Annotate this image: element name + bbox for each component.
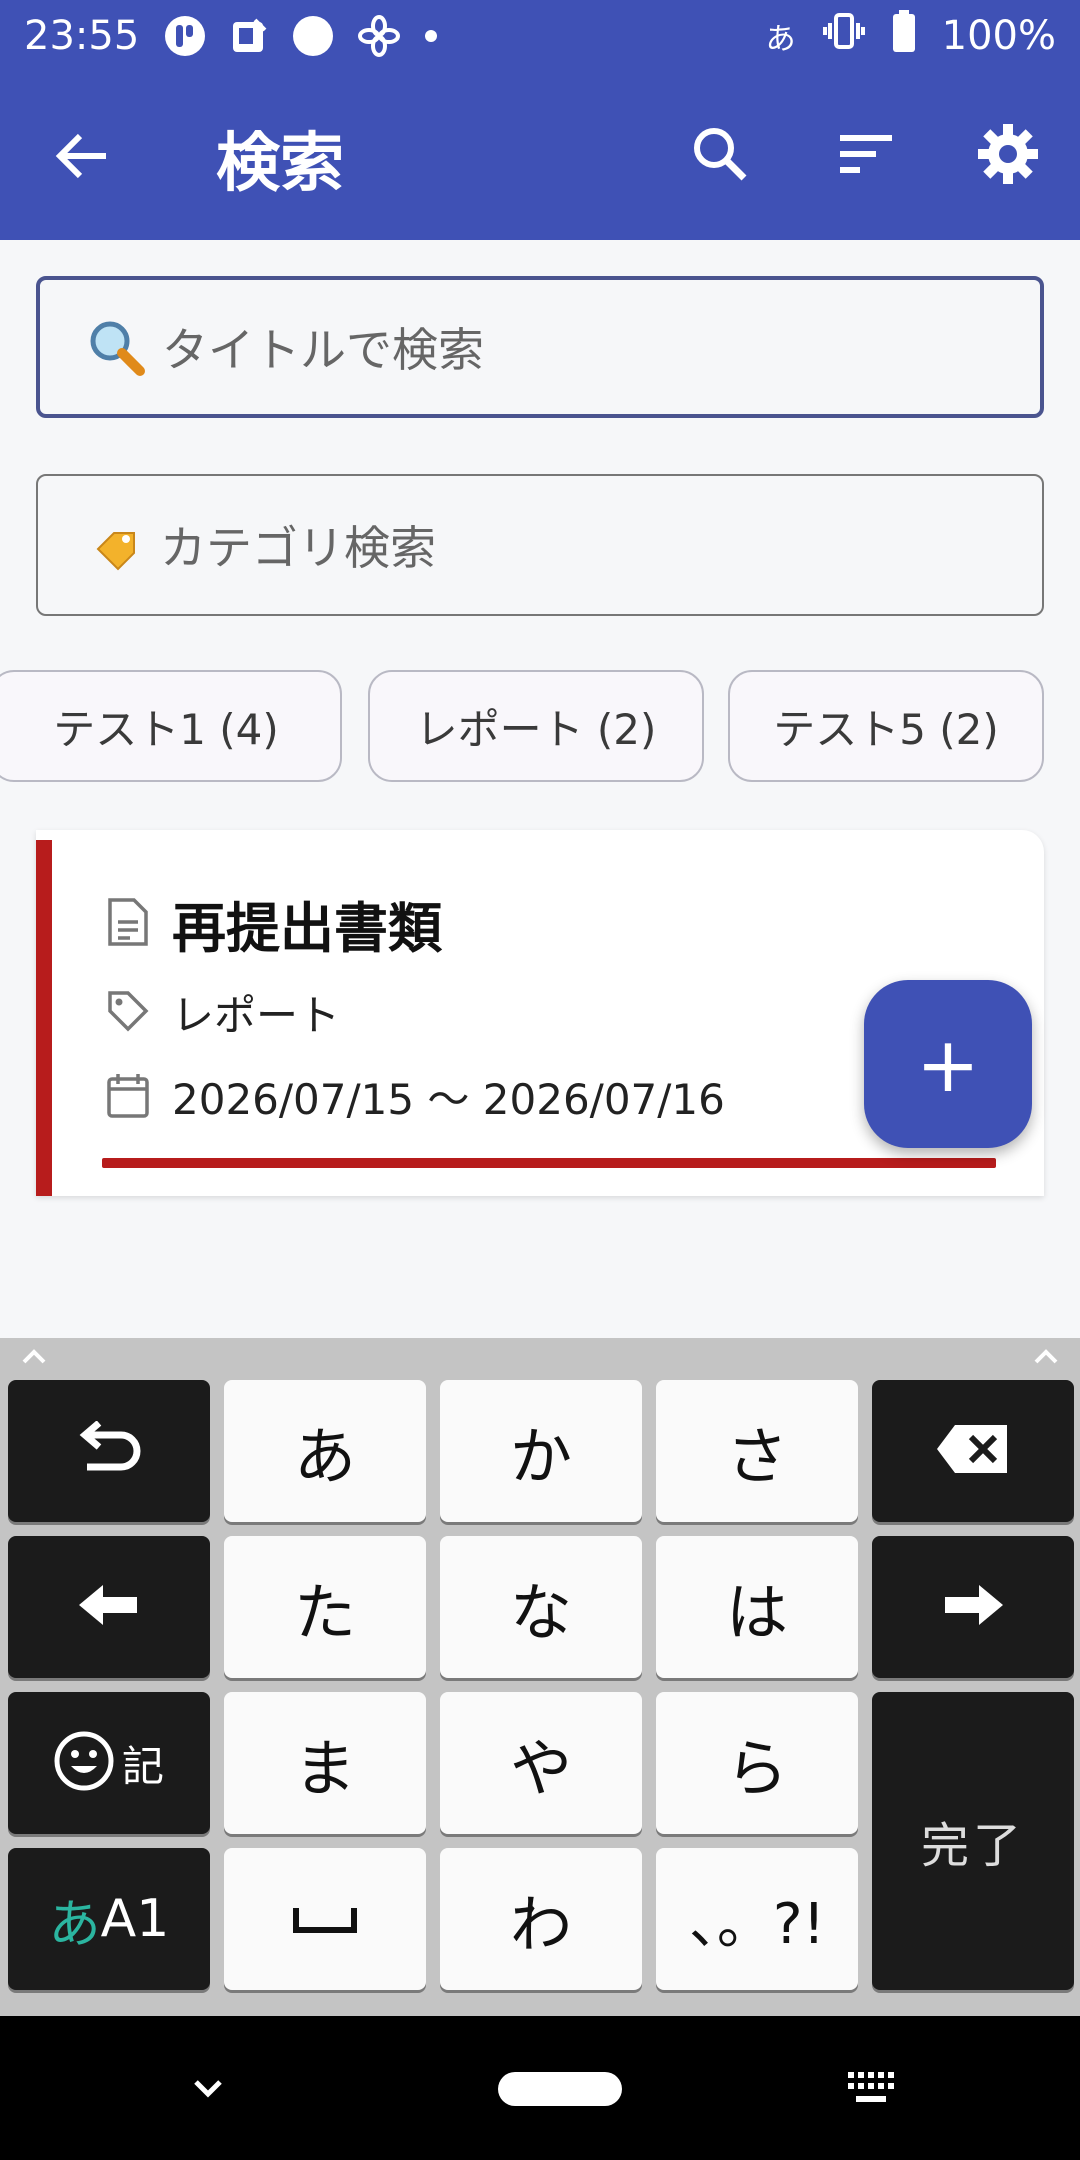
magnifier-emoji-icon: [86, 317, 146, 377]
status-bar: 23:55 あ 100%: [0, 0, 1080, 72]
system-nav-bar: [0, 2016, 1080, 2160]
card-category-row: レポート: [106, 982, 340, 1043]
tag-icon: [106, 989, 150, 1037]
backspace-icon: [935, 1423, 1011, 1479]
sort-icon[interactable]: [834, 122, 898, 186]
title-search-placeholder: タイトルで検索: [162, 323, 484, 377]
card-title: 再提出書類: [172, 897, 442, 960]
calendar-icon: [106, 1071, 150, 1123]
title-search-input[interactable]: タイトルで検索: [36, 276, 1044, 418]
arrow-left-icon: [77, 1583, 141, 1631]
chip-test1[interactable]: テスト1 (4): [0, 670, 342, 782]
page-title: 検索: [216, 127, 344, 201]
mode-alnum-label: A1: [100, 1889, 170, 1949]
done-label: 完了: [920, 1818, 1025, 1874]
key-na[interactable]: な: [440, 1536, 642, 1678]
chevron-up-icon[interactable]: [1026, 1342, 1066, 1372]
space-icon: [293, 1908, 357, 1933]
key-ha[interactable]: は: [656, 1536, 858, 1678]
card-progress-bar: [102, 1158, 996, 1168]
vibrate-icon: [822, 9, 866, 63]
card-category: レポート: [172, 991, 341, 1040]
emoji-icon: [54, 1731, 114, 1795]
home-pill-icon[interactable]: [498, 2072, 622, 2110]
arrow-right-icon: [941, 1583, 1005, 1631]
notification-icon: [229, 16, 269, 56]
arrow-back-icon[interactable]: [52, 126, 112, 186]
chevron-up-icon[interactable]: [14, 1342, 54, 1372]
cursor-left-key[interactable]: [8, 1536, 210, 1678]
key-ta[interactable]: た: [224, 1536, 426, 1678]
key-ma[interactable]: ま: [224, 1692, 426, 1834]
chip-test5[interactable]: テスト5 (2): [728, 670, 1044, 782]
card-title-row: 再提出書類: [106, 884, 442, 963]
app-icon: [163, 14, 207, 58]
backspace-key[interactable]: [872, 1380, 1074, 1522]
status-time: 23:55: [24, 13, 140, 59]
key-wa[interactable]: わ: [440, 1848, 642, 1990]
chevron-down-icon[interactable]: [188, 2068, 228, 2112]
circle-icon: [291, 14, 335, 58]
cursor-right-key[interactable]: [872, 1536, 1074, 1678]
key-a[interactable]: あ: [224, 1380, 426, 1522]
tag-emoji-icon: [84, 515, 144, 575]
category-search-input[interactable]: カテゴリ検索: [36, 474, 1044, 616]
battery-percent: 100%: [941, 13, 1056, 59]
chip-report[interactable]: レポート (2): [368, 670, 704, 782]
key-ya[interactable]: や: [440, 1692, 642, 1834]
undo-icon: [73, 1420, 145, 1481]
pinwheel-icon: [357, 14, 401, 58]
kigou-label: 記: [121, 1741, 164, 1791]
battery-icon: [892, 9, 916, 63]
add-button[interactable]: +: [864, 980, 1032, 1148]
app-bar: 検索: [0, 72, 1080, 240]
key-sa[interactable]: さ: [656, 1380, 858, 1522]
key-ra[interactable]: ら: [656, 1692, 858, 1834]
search-icon[interactable]: [688, 122, 752, 186]
dot-icon: [423, 28, 439, 44]
done-key[interactable]: 完了: [872, 1692, 1074, 1990]
mode-hiragana-label: あ: [48, 1894, 101, 1955]
document-icon: [106, 896, 150, 952]
emoji-symbol-key[interactable]: 記: [8, 1692, 210, 1834]
key-ka[interactable]: か: [440, 1380, 642, 1522]
keyboard-icon[interactable]: [846, 2070, 896, 2110]
ime-indicator: あ: [765, 22, 796, 57]
category-search-placeholder: カテゴリ検索: [160, 521, 436, 575]
card-date-row: 2026/07/15 〜 2026/07/16: [106, 1066, 725, 1127]
gear-icon[interactable]: [976, 122, 1040, 186]
undo-key[interactable]: [8, 1380, 210, 1522]
space-key[interactable]: ␣: [224, 1848, 426, 1990]
soft-keyboard: あ か さ た な は 記 ま や ら 完了 あ A1 ␣ わ 、: [0, 1338, 1080, 2016]
card-accent-edge: [36, 840, 52, 1196]
input-mode-key[interactable]: あ A1: [8, 1848, 210, 1990]
punctuation-key[interactable]: 、。?!: [656, 1848, 858, 1990]
card-date-range: 2026/07/15 〜 2026/07/16: [172, 1075, 725, 1124]
